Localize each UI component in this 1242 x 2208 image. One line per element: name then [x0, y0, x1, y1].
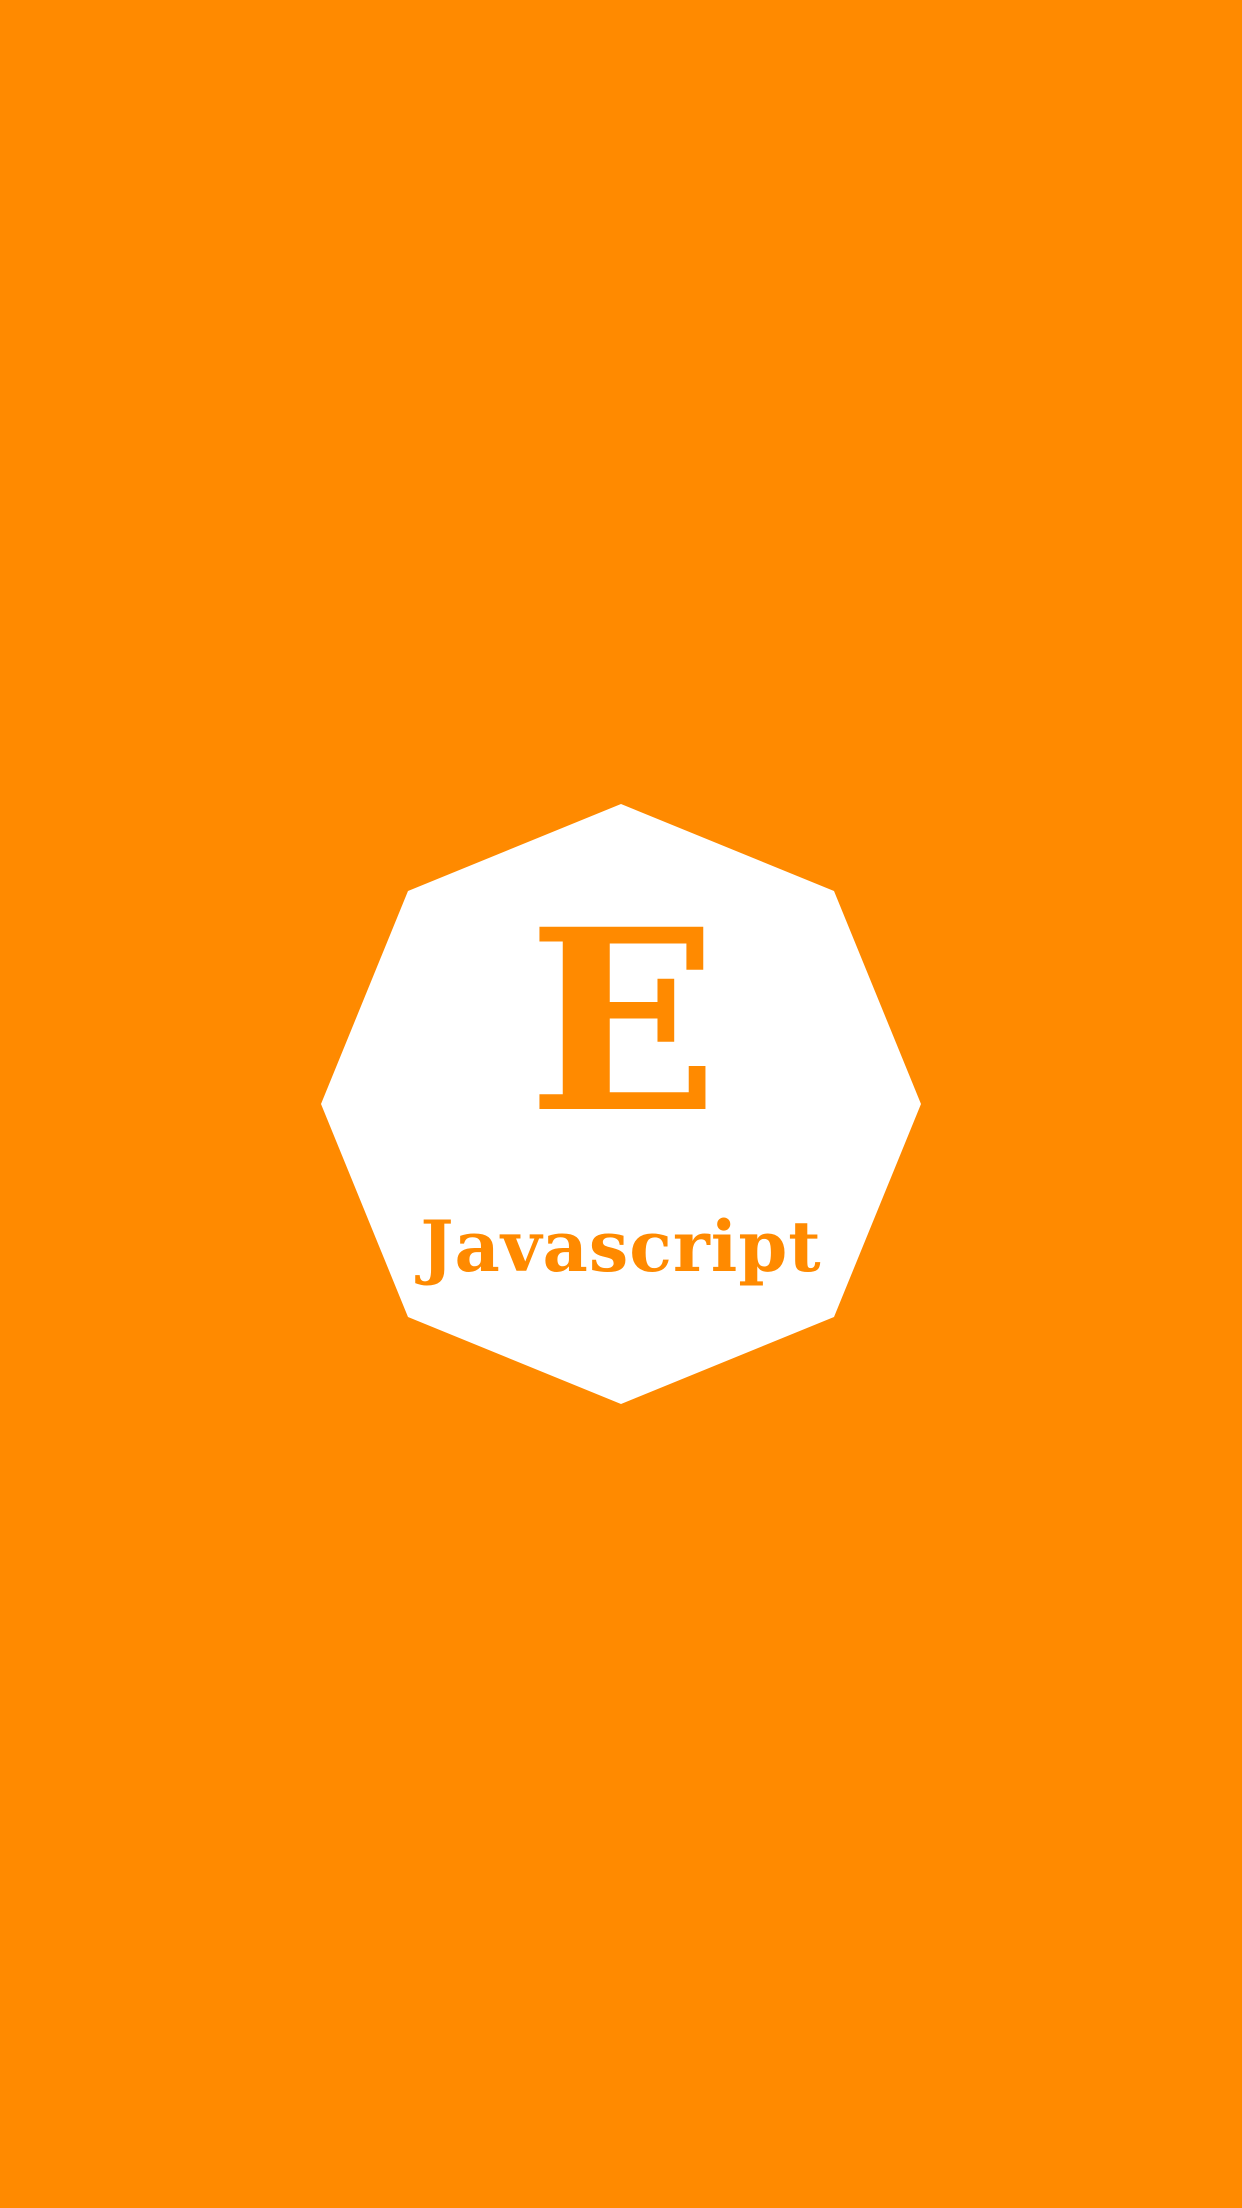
logo-letter: E: [527, 874, 719, 1168]
splash-screen: E Javascript: [0, 0, 1242, 2208]
logo-badge: E Javascript: [321, 804, 921, 1404]
app-name: Javascript: [420, 1205, 822, 1288]
